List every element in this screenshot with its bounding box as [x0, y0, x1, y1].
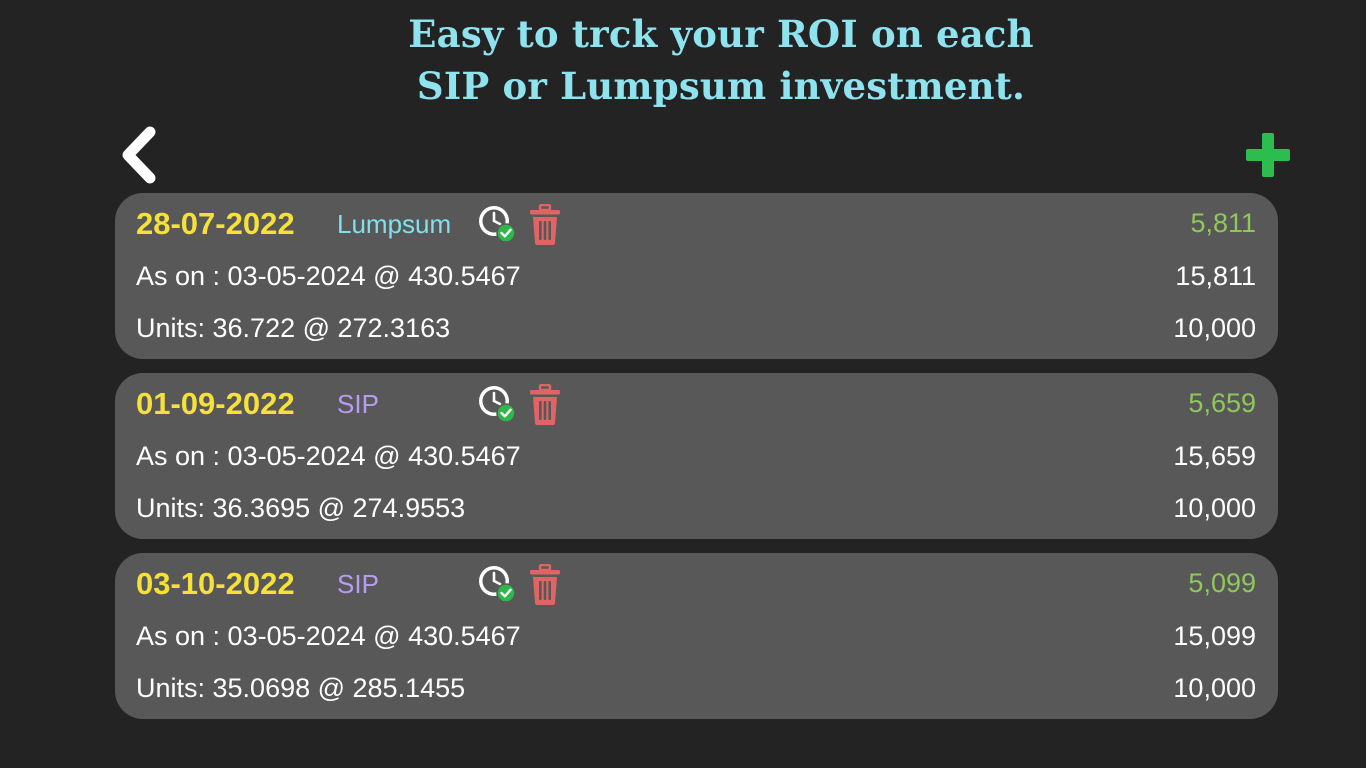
clock-check-icon[interactable] — [475, 382, 519, 426]
as-on-text: As on : 03-05-2024 @ 430.5467 — [136, 441, 521, 471]
back-button[interactable] — [118, 124, 162, 186]
gain-value: 5,099 — [1188, 568, 1256, 598]
investment-card[interactable]: 03-10-2022 SIP 5,099 As on : 03-05-2024 … — [115, 553, 1278, 719]
invested-amount: 10,000 — [1173, 493, 1256, 523]
investment-type: Lumpsum — [337, 209, 452, 239]
investment-date: 28-07-2022 — [136, 206, 295, 241]
investment-card[interactable]: 28-07-2022 Lumpsum 5,811 As on : 03-05-2… — [115, 193, 1278, 359]
headline-line-2: SIP or Lumpsum investment. — [416, 64, 1026, 108]
units-text: Units: 36.3695 @ 274.9553 — [136, 493, 466, 523]
headline: Easy to trck your ROI on each SIP or Lum… — [0, 8, 1366, 112]
current-value: 15,659 — [1173, 441, 1256, 471]
invested-amount: 10,000 — [1173, 673, 1256, 703]
plus-icon — [1246, 133, 1290, 177]
clock-check-icon[interactable] — [475, 202, 519, 246]
investment-card[interactable]: 01-09-2022 SIP 5,659 As on : 03-05-2024 … — [115, 373, 1278, 539]
gain-value: 5,659 — [1188, 388, 1256, 418]
trash-icon[interactable] — [528, 383, 562, 426]
trash-icon[interactable] — [528, 563, 562, 606]
investment-type: SIP — [337, 389, 379, 419]
current-value: 15,811 — [1175, 261, 1256, 291]
units-text: Units: 35.0698 @ 285.1455 — [136, 673, 466, 703]
investment-date: 01-09-2022 — [136, 386, 295, 421]
as-on-text: As on : 03-05-2024 @ 430.5467 — [136, 621, 521, 651]
chevron-left-icon — [122, 126, 156, 184]
as-on-text: As on : 03-05-2024 @ 430.5467 — [136, 261, 521, 291]
trash-icon[interactable] — [528, 203, 562, 246]
clock-check-icon[interactable] — [475, 562, 519, 606]
current-value: 15,099 — [1173, 621, 1256, 651]
screen: Easy to trck your ROI on each SIP or Lum… — [0, 0, 1366, 768]
add-investment-button[interactable] — [1244, 131, 1292, 179]
headline-line-1: Easy to trck your ROI on each — [408, 12, 1034, 56]
investment-type: SIP — [337, 569, 379, 599]
gain-value: 5,811 — [1190, 208, 1256, 238]
invested-amount: 10,000 — [1173, 313, 1256, 343]
units-text: Units: 36.722 @ 272.3163 — [136, 313, 451, 343]
investment-date: 03-10-2022 — [136, 566, 295, 601]
